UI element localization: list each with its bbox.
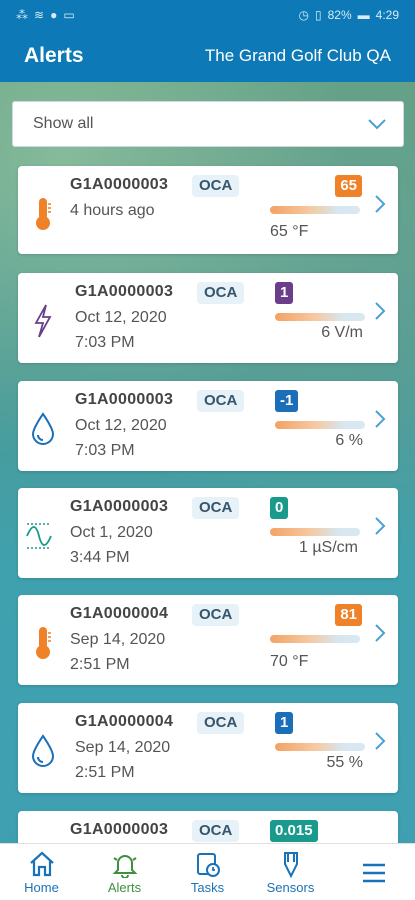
sensor-reading: 6 % <box>335 432 363 449</box>
alert-card[interactable]: G1A0000004 OCA Sep 14, 2020 2:51 PM 81 70 °F <box>18 595 398 685</box>
threshold-bar <box>270 635 360 643</box>
sensor-id: G1A0000003 <box>75 391 174 408</box>
chevron-right-icon[interactable] <box>374 731 386 756</box>
status-bar: ⁂ ≋ ● ▭ ◷ ▯ 82% ▬ 4:29 <box>0 0 415 30</box>
nav-sensors[interactable]: Sensors <box>249 844 332 900</box>
chevron-down-icon <box>368 119 386 130</box>
filter-value: Show all <box>33 115 94 132</box>
screen-icon: ▭ <box>63 8 75 22</box>
sensor-reading: 6 V/m <box>321 324 363 341</box>
vibrate-icon: ▯ <box>315 8 322 22</box>
alert-time: 3:44 PM <box>70 549 130 566</box>
nav-home[interactable]: Home <box>0 844 83 900</box>
alert-filter-select[interactable]: Show all <box>12 101 404 147</box>
threshold-bar <box>270 206 360 214</box>
tasks-icon <box>196 852 220 877</box>
sensor-tag: OCA <box>192 604 240 626</box>
sensor-reading: 65 °F <box>270 223 309 240</box>
alert-date: Oct 12, 2020 <box>75 417 167 434</box>
bell-icon <box>112 854 137 878</box>
conductivity-icon <box>26 518 52 554</box>
bottom-nav: Home Alerts Tasks Sensors <box>0 843 415 900</box>
sensor-reading: 55 % <box>326 754 363 771</box>
nav-menu[interactable] <box>332 844 415 900</box>
sensor-id: G1A0000003 <box>75 283 174 300</box>
alarm-icon: ◷ <box>298 8 309 22</box>
sensor-reading: 1 µS/cm <box>298 539 358 556</box>
sensor-id: G1A0000003 <box>70 821 169 838</box>
alert-value-badge: 0.015 <box>270 820 318 842</box>
threshold-bar <box>275 313 365 321</box>
alert-date: Sep 14, 2020 <box>75 739 171 756</box>
nav-alerts-label: Alerts <box>107 879 142 895</box>
alert-card[interactable]: G1A0000003 OCA Oct 12, 2020 7:03 PM 1 6 V/m <box>18 273 398 363</box>
alert-time: 2:51 PM <box>70 656 130 673</box>
signal-icon: ⁂ <box>16 8 28 22</box>
alert-date: Oct 12, 2020 <box>75 309 167 326</box>
alert-value-badge: 1 <box>275 282 294 304</box>
sensor-tag: OCA <box>192 820 240 842</box>
nav-tasks[interactable]: Tasks <box>166 844 249 900</box>
alert-value-badge: -1 <box>275 390 299 412</box>
alert-card[interactable]: G1A0000004 OCA Sep 14, 2020 2:51 PM 1 55 % <box>18 703 398 793</box>
sensor-id: G1A0000004 <box>70 605 169 622</box>
alert-time: 7:03 PM <box>75 442 135 459</box>
alert-value-badge: 1 <box>275 712 294 734</box>
alert-time: 7:03 PM <box>75 334 135 351</box>
alert-value-badge: 81 <box>335 604 362 626</box>
sensor-tag: OCA <box>192 497 240 519</box>
alert-date: 4 hours ago <box>70 202 155 219</box>
chevron-right-icon[interactable] <box>374 301 386 326</box>
battery-percent: 82% <box>327 8 352 22</box>
chevron-right-icon[interactable] <box>374 409 386 434</box>
chevron-right-icon[interactable] <box>374 194 386 219</box>
water-drop-icon <box>30 411 56 447</box>
sensor-reading: 70 °F <box>270 653 309 670</box>
sensor-id: G1A0000003 <box>70 498 169 515</box>
sensor-id: G1A0000003 <box>70 176 169 193</box>
nav-sensors-label: Sensors <box>266 879 315 895</box>
alert-value-badge: 65 <box>335 175 362 197</box>
sensor-tag: OCA <box>197 390 245 412</box>
home-icon <box>29 851 54 876</box>
alert-value-badge: 0 <box>270 497 289 519</box>
club-name[interactable]: The Grand Golf Club QA <box>205 46 391 66</box>
thermometer-icon <box>30 625 56 661</box>
alert-card[interactable]: G1A0000003 OCA Oct 12, 2020 7:03 PM -1 6 % <box>18 381 398 471</box>
app-header: Alerts The Grand Golf Club QA <box>0 30 415 82</box>
battery-icon: ▬ <box>357 8 370 22</box>
alert-card[interactable]: G1A0000003 OCA Oct 1, 2020 3:44 PM 0 1 µS/cm <box>18 488 398 578</box>
sensor-tag: OCA <box>192 175 240 197</box>
sensor-tag: OCA <box>197 712 245 734</box>
water-drop-icon <box>30 733 56 769</box>
wifi-icon: ≋ <box>34 8 45 22</box>
sensor-tag: OCA <box>197 282 245 304</box>
alert-date: Oct 1, 2020 <box>70 524 153 541</box>
threshold-bar <box>275 743 365 751</box>
lightning-icon <box>30 303 56 339</box>
notification-icon: ● <box>50 8 58 22</box>
alert-card[interactable]: G1A0000003 OCA 4 hours ago 65 65 °F <box>18 166 398 254</box>
nav-home-label: Home <box>24 879 59 895</box>
menu-icon <box>362 863 385 883</box>
threshold-bar <box>270 528 360 536</box>
chevron-right-icon[interactable] <box>374 623 386 648</box>
nav-alerts[interactable]: Alerts <box>83 844 166 900</box>
page-title: Alerts <box>24 44 84 67</box>
clock: 4:29 <box>375 8 399 22</box>
thermometer-icon <box>30 196 56 232</box>
alert-date: Sep 14, 2020 <box>70 631 166 648</box>
sensor-id: G1A0000004 <box>75 713 174 730</box>
threshold-bar <box>275 421 365 429</box>
chevron-right-icon[interactable] <box>374 516 386 541</box>
alert-time: 2:51 PM <box>75 764 135 781</box>
sensor-probe-icon <box>283 851 298 878</box>
nav-tasks-label: Tasks <box>190 879 225 895</box>
